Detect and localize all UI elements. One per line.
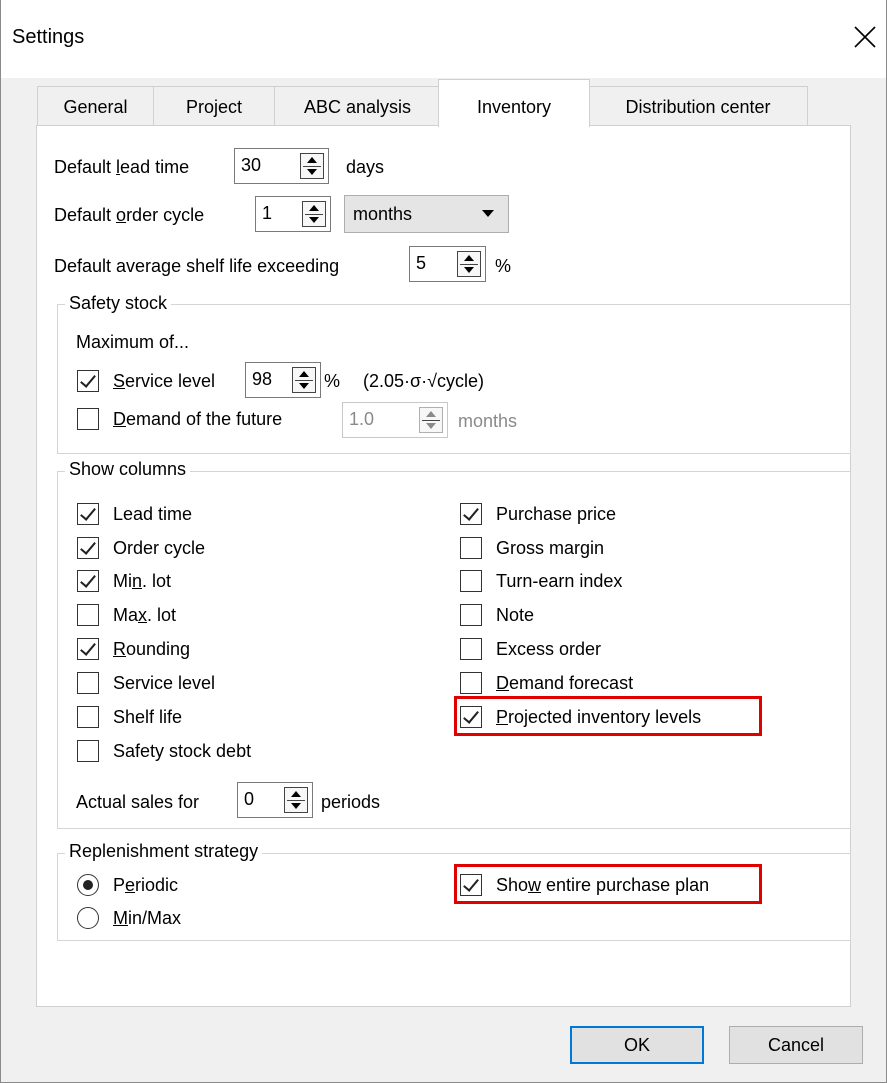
- close-icon: [854, 26, 876, 48]
- spinner-arrows-icon[interactable]: [457, 251, 481, 277]
- spinner-arrows-icon[interactable]: [284, 787, 308, 813]
- shelf-life-value: 5: [416, 253, 427, 273]
- order-cycle-unit-value: months: [353, 204, 413, 224]
- purchase-price-column-checkbox[interactable]: [460, 503, 482, 525]
- tab-project[interactable]: Project: [153, 86, 275, 126]
- note-column-checkbox[interactable]: [460, 604, 482, 626]
- actual-sales-value: 0: [244, 789, 255, 809]
- lead-time-column-checkbox[interactable]: [77, 503, 99, 525]
- spinner-arrows-icon[interactable]: [302, 201, 326, 227]
- shelf-life-column-checkbox[interactable]: [77, 706, 99, 728]
- note-column-label: Note: [496, 605, 535, 625]
- order-cycle-value: 1: [262, 203, 273, 223]
- safety-stock-debt-column-label: Safety stock debt: [113, 741, 252, 761]
- demand-forecast-column-label: Demand forecast: [496, 673, 634, 693]
- actual-sales-label: Actual sales for: [76, 792, 200, 812]
- periodic-label: Periodic: [113, 875, 179, 895]
- rounding-column-checkbox[interactable]: [77, 638, 99, 660]
- highlight-box: [454, 864, 762, 904]
- turn-earn-index-column-checkbox[interactable]: [460, 570, 482, 592]
- maximum-of-label: Maximum of...: [76, 332, 190, 352]
- order-cycle-label: Default order cycle: [54, 205, 205, 225]
- ok-button[interactable]: OK: [570, 1026, 704, 1064]
- spinner-arrows-icon[interactable]: [419, 407, 443, 433]
- min-lot-column-checkbox[interactable]: [77, 570, 99, 592]
- turn-earn-index-column-label: Turn-earn index: [496, 571, 623, 591]
- shelf-life-column-label: Shelf life: [113, 707, 183, 727]
- tab-distribution-center-label: Distribution center: [625, 97, 771, 117]
- shelf-life-spinner[interactable]: 5: [409, 246, 486, 282]
- order-cycle-column-checkbox[interactable]: [77, 537, 99, 559]
- gross-margin-column-label: Gross margin: [496, 538, 605, 558]
- service-level-value: 98: [252, 369, 273, 389]
- demand-future-spinner[interactable]: 1.0: [342, 402, 448, 438]
- lead-time-value: 30: [241, 155, 262, 175]
- periodic-radio[interactable]: [77, 874, 99, 896]
- excess-order-column-checkbox[interactable]: [460, 638, 482, 660]
- tab-inventory[interactable]: Inventory: [438, 79, 590, 127]
- order-cycle-column-label: Order cycle: [113, 538, 206, 558]
- min-lot-column-label: Min. lot: [113, 571, 172, 591]
- tab-distribution-center[interactable]: Distribution center: [588, 86, 808, 126]
- purchase-price-column-label: Purchase price: [496, 504, 617, 524]
- max-lot-column-label: Max. lot: [113, 605, 177, 625]
- service-level-formula: (2.05·σ·√cycle): [363, 371, 485, 391]
- minmax-label: Min/Max: [113, 908, 182, 928]
- safety-stock-debt-column-checkbox[interactable]: [77, 740, 99, 762]
- tab-general[interactable]: General: [37, 86, 154, 126]
- service-level-column-label: Service level: [113, 673, 216, 693]
- demand-future-label: Demand of the future: [113, 409, 283, 429]
- order-cycle-unit-select[interactable]: months: [344, 195, 509, 233]
- window-title: Settings: [12, 26, 85, 48]
- settings-dialog: Settings General Project ABC analysis In…: [0, 0, 887, 1083]
- show-columns-title: Show columns: [65, 459, 191, 480]
- actual-sales-unit: periods: [321, 792, 381, 812]
- title-bar: Settings: [1, 0, 886, 78]
- safety-stock-title: Safety stock: [65, 293, 172, 314]
- tab-project-label: Project: [185, 97, 243, 117]
- tab-general-label: General: [63, 97, 128, 117]
- demand-future-checkbox[interactable]: [77, 408, 99, 430]
- tab-abc-analysis-label: ABC analysis: [303, 97, 412, 117]
- minmax-radio[interactable]: [77, 907, 99, 929]
- shelf-life-unit: %: [495, 256, 512, 276]
- highlight-box: [454, 696, 762, 736]
- lead-time-column-label: Lead time: [113, 504, 193, 524]
- lead-time-spinner[interactable]: 30: [234, 148, 329, 184]
- spinner-arrows-icon[interactable]: [292, 367, 316, 393]
- lead-time-label: Default lead time: [54, 157, 190, 177]
- actual-sales-spinner[interactable]: 0: [237, 782, 313, 818]
- service-level-checkbox[interactable]: [77, 370, 99, 392]
- max-lot-column-checkbox[interactable]: [77, 604, 99, 626]
- tab-abc-analysis[interactable]: ABC analysis: [274, 86, 441, 126]
- close-button[interactable]: [847, 14, 883, 60]
- order-cycle-spinner[interactable]: 1: [255, 196, 331, 232]
- spinner-arrows-icon[interactable]: [300, 153, 324, 179]
- demand-future-unit: months: [458, 411, 518, 431]
- gross-margin-column-checkbox[interactable]: [460, 537, 482, 559]
- service-level-unit: %: [324, 371, 341, 391]
- excess-order-column-label: Excess order: [496, 639, 602, 659]
- rounding-column-label: Rounding: [113, 639, 191, 659]
- lead-time-unit: days: [346, 157, 385, 177]
- chevron-down-icon: [482, 210, 494, 217]
- service-level-column-checkbox[interactable]: [77, 672, 99, 694]
- service-level-spinner[interactable]: 98: [245, 362, 321, 398]
- replenishment-strategy-title: Replenishment strategy: [65, 841, 263, 862]
- demand-future-value: 1.0: [349, 409, 375, 429]
- tab-inventory-label: Inventory: [476, 97, 552, 117]
- cancel-button[interactable]: Cancel: [729, 1026, 863, 1064]
- shelf-life-label: Default average shelf life exceeding: [54, 256, 340, 276]
- service-level-label: Service level: [113, 371, 216, 391]
- demand-forecast-column-checkbox[interactable]: [460, 672, 482, 694]
